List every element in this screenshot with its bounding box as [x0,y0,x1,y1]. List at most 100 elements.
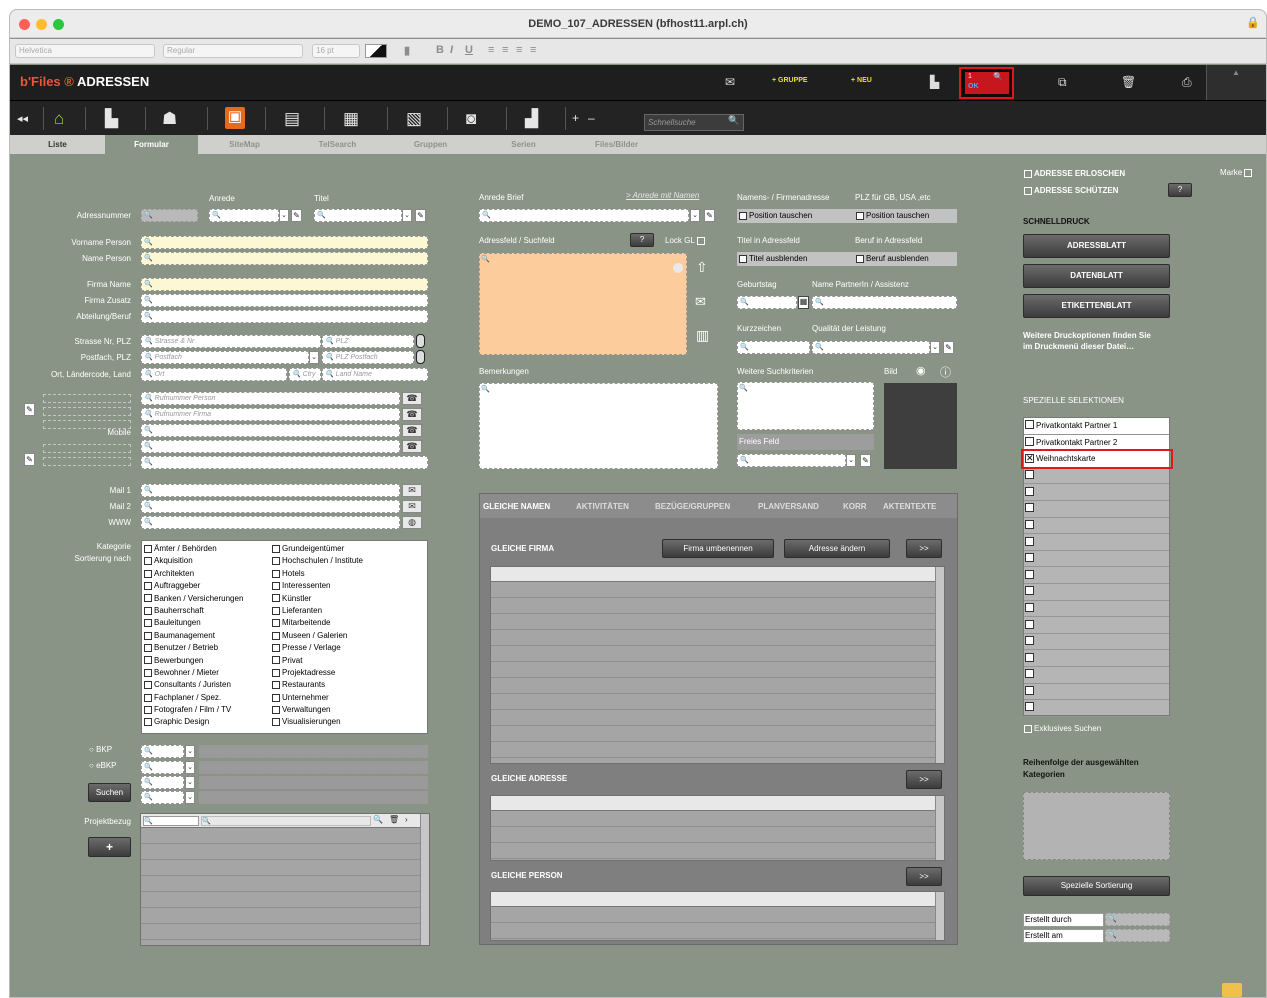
bkp-dropdown-3[interactable]: ⌄ [185,776,195,789]
projekt-open-icon[interactable]: › [405,815,408,824]
plz-postfach-field[interactable]: 🔍 PLZ Postfach [322,351,414,364]
freies-feld-field[interactable]: 🔍 [737,454,846,467]
selektion-item-empty[interactable] [1024,667,1169,684]
category-right-item[interactable]: Interessenten [272,580,363,592]
anrede-edit-button[interactable]: ✎ [291,209,302,222]
category-left-item[interactable]: Fotografen / Film / TV [144,704,243,716]
category-right-item[interactable]: Hochschulen / Institute [272,555,363,567]
mail-icon-1[interactable]: ✉ [402,484,422,497]
calendar-icon[interactable]: ▦ [798,296,809,309]
etikettenblatt-button[interactable]: ETIKETTENBLATT [1023,294,1170,318]
adressfeld-info-button[interactable]: ? [630,233,654,247]
font-style-select[interactable]: Regular [163,44,303,58]
checkbox-icon[interactable] [272,606,280,615]
bemerkungen-textarea[interactable]: 🔍 [479,383,718,469]
checkbox-icon[interactable] [272,656,280,665]
align-right-icon[interactable]: ≡ [516,44,522,56]
phone-field-4[interactable]: 🔍 [141,440,400,453]
postfach-field[interactable]: 🔍 Postfach [141,351,309,364]
trash-icon[interactable]: 🗑 [1121,75,1136,89]
anrede-brief-field[interactable]: 🔍 [479,209,689,222]
selektion-item-empty[interactable] [1024,551,1169,568]
tab-sitemap[interactable]: SiteMap [198,135,291,154]
category-left-item[interactable]: Baumanagement [144,630,243,642]
add-new-button[interactable]: + NEU [851,77,872,84]
qualitaet-edit-button[interactable]: ✎ [943,341,954,354]
projekt-name-field[interactable]: 🔍 [201,816,371,826]
category-left-item[interactable]: Auftraggeber [144,580,243,592]
category-right-item[interactable]: Visualisierungen [272,716,363,728]
suchen-button[interactable]: Suchen [88,783,131,802]
spezielle-sortierung-button[interactable]: Spezielle Sortierung [1023,876,1170,896]
selektion-item-empty[interactable] [1024,634,1169,651]
reihenfolge-field[interactable] [1023,792,1170,860]
firma-umbenennen-button[interactable]: Firma umbenennen [662,539,774,558]
font-select[interactable]: Helvetica [15,44,155,58]
category-right-item[interactable]: Verwaltungen [272,704,363,716]
selektion-item-empty[interactable] [1024,534,1169,551]
tab-liste[interactable]: Liste [10,135,105,154]
phone-icon-1[interactable]: ☎ [402,392,422,405]
checkbox-icon[interactable] [144,619,152,628]
checkbox-icon[interactable] [272,619,280,628]
selektion-item-empty[interactable] [1024,617,1169,634]
titel-edit-button[interactable]: ✎ [415,209,426,222]
position-tauschen-checkbox-2[interactable]: Position tauschen [856,211,929,220]
bkp-dropdown-1[interactable]: ⌄ [185,745,195,758]
titel-field[interactable]: 🔍 [314,209,402,222]
bkp-dropdown-4[interactable]: ⌄ [185,791,195,804]
phone-icon-3[interactable]: ☎ [402,424,422,437]
gleiche-firma-scrollbar[interactable] [935,567,944,763]
align-left-icon[interactable]: ≡ [488,44,494,56]
card-icon[interactable]: ▤ [284,109,300,129]
checkbox-icon[interactable] [144,544,152,553]
scroll-up-icon[interactable]: ▲ [1232,68,1240,77]
lock-gl-checkbox[interactable]: Lock GL [665,236,707,245]
checkbox-icon[interactable] [144,557,152,566]
marke-checkbox[interactable]: Marke [1220,168,1254,177]
ebkp-radio[interactable]: ○ eBKP [89,761,117,770]
document-icon[interactable]: ▧ [406,109,422,129]
checkbox-icon[interactable] [272,668,280,677]
beruf-ausblenden-checkbox[interactable]: Beruf ausblenden [856,254,929,263]
phone-field-5[interactable]: 🔍 [141,456,428,469]
tab-telsearch[interactable]: TelSearch [291,135,384,154]
record-navigator[interactable]: 1 🔍 OK [959,67,1014,99]
checkbox-icon[interactable] [144,681,152,690]
suchkriterien-textarea[interactable]: 🔍 [737,382,874,430]
category-left-item[interactable]: Banken / Versicherungen [144,593,243,605]
checkbox-icon[interactable] [144,631,152,640]
ort-field[interactable]: 🔍 Ort [141,368,287,381]
checkbox-icon[interactable] [272,582,280,591]
tab-aktentexte[interactable]: AKTENTEXTE [883,502,936,511]
category-right-item[interactable]: Projektadresse [272,667,363,679]
checkbox-icon[interactable] [272,631,280,640]
land-field[interactable]: 🔍 Land Name [322,368,428,381]
bkp-dropdown-2[interactable]: ⌄ [185,761,195,774]
geburtstag-field[interactable]: 🔍 [737,296,797,309]
checkbox-icon[interactable] [272,644,280,653]
phone-firma-field[interactable]: 🔍 Rufnummer Firma [141,408,400,421]
kurzzeichen-field[interactable]: 🔍 [737,341,810,354]
scroll-up-area[interactable]: ▲ [1206,65,1266,100]
laendercode-field[interactable]: 🔍 Ctry [289,368,321,381]
category-left-item[interactable]: Ämter / Behörden [144,543,243,555]
gleiche-firma-more-button[interactable]: >> [906,539,942,558]
align-center-icon[interactable]: ≡ [502,44,508,56]
vorname-field[interactable]: 🔍 [141,236,428,249]
location-icon-2[interactable] [416,350,425,364]
selektion-item-empty[interactable] [1024,700,1169,717]
checkbox-icon[interactable] [144,693,152,702]
phone-edit-button-2[interactable]: ✎ [24,453,35,466]
phone-edit-button-1[interactable]: ✎ [24,403,35,416]
category-left-item[interactable]: Akquisition [144,555,243,567]
category-left-item[interactable]: Fachplaner / Spez. [144,692,243,704]
plus-icon[interactable]: + [572,111,579,125]
bkp-field-2[interactable]: 🔍 [141,761,184,774]
print-icon[interactable]: ⎙ [1182,75,1192,90]
tab-files-bilder[interactable]: Files/Bilder [570,135,663,154]
search-icon[interactable]: 🔍 [728,115,739,126]
adressfeld-textarea[interactable]: 🔍 [479,253,687,355]
datenblatt-button[interactable]: DATENBLATT [1023,264,1170,288]
selektion-item-empty[interactable] [1024,567,1169,584]
